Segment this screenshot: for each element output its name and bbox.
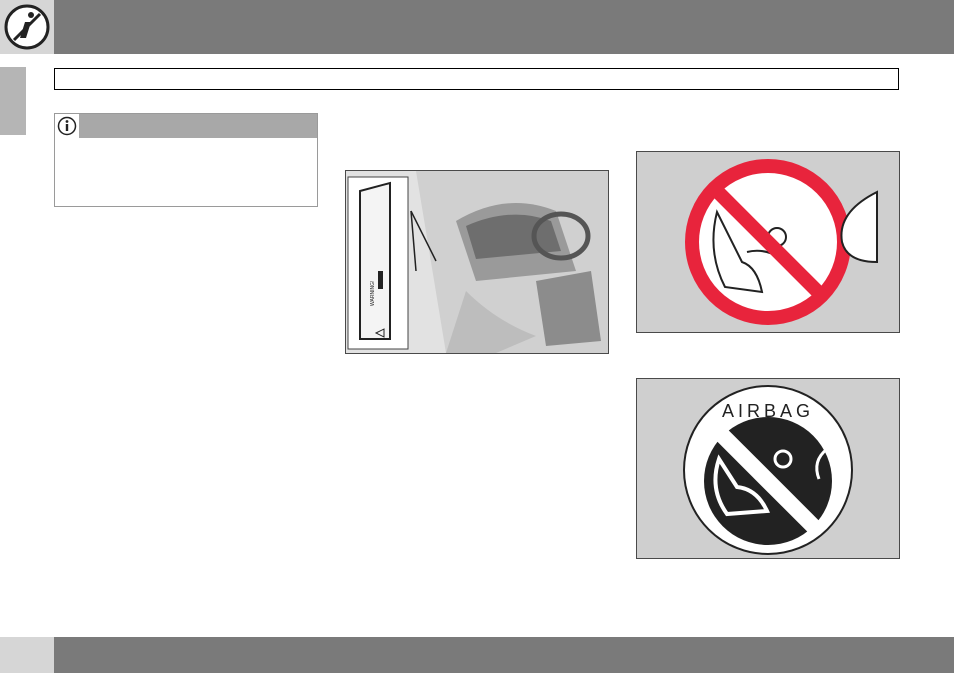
info-icon bbox=[57, 116, 77, 136]
airbag-label: AIRBAG bbox=[722, 401, 814, 421]
car-interior-figure: WARNING! bbox=[345, 170, 609, 354]
no-child-seat-figure bbox=[636, 151, 900, 333]
footer-bar bbox=[54, 637, 954, 673]
chapter-side-tab bbox=[0, 67, 26, 135]
warning-label-text: WARNING! bbox=[370, 281, 376, 306]
section-title bbox=[54, 68, 899, 90]
note-header bbox=[55, 114, 317, 138]
airbag-warning-figure: AIRBAG bbox=[636, 378, 900, 559]
note-box bbox=[54, 113, 318, 207]
page-number-box bbox=[0, 637, 54, 673]
header-bar bbox=[54, 0, 954, 54]
chapter-icon-box bbox=[0, 0, 54, 54]
seatbelt-info-icon bbox=[4, 4, 50, 50]
